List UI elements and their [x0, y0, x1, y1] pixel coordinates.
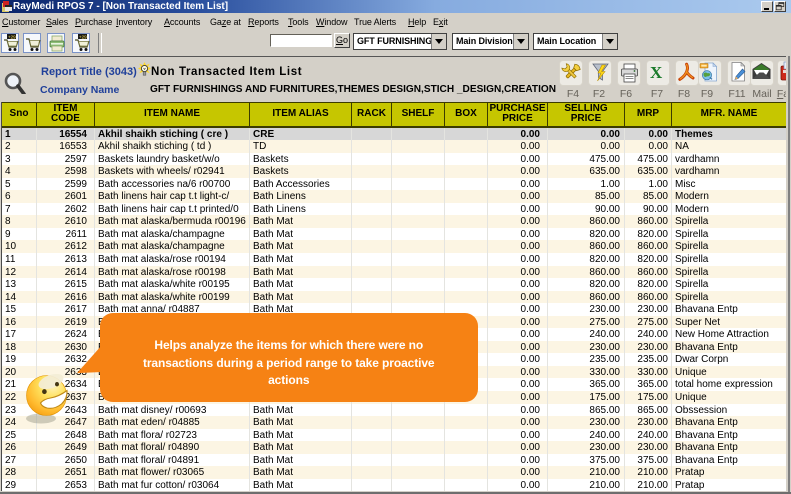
svg-text:+29: +29	[79, 35, 87, 40]
svg-text:+29: +29	[8, 35, 16, 40]
svg-text:X: X	[650, 63, 663, 82]
